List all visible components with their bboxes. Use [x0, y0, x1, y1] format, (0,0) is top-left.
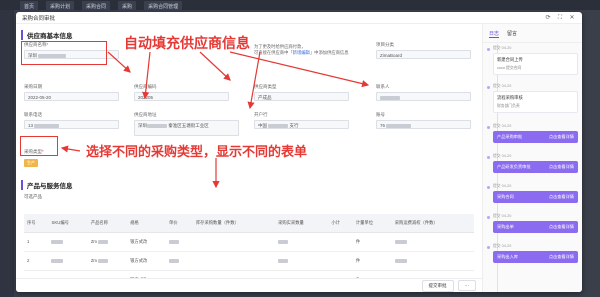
arrow [229, 51, 370, 88]
annotation-arrows [60, 51, 370, 189]
arrow [107, 51, 131, 73]
arrow [247, 51, 261, 110]
arrow [60, 145, 81, 153]
arrow [199, 51, 231, 81]
arrow [142, 51, 151, 100]
